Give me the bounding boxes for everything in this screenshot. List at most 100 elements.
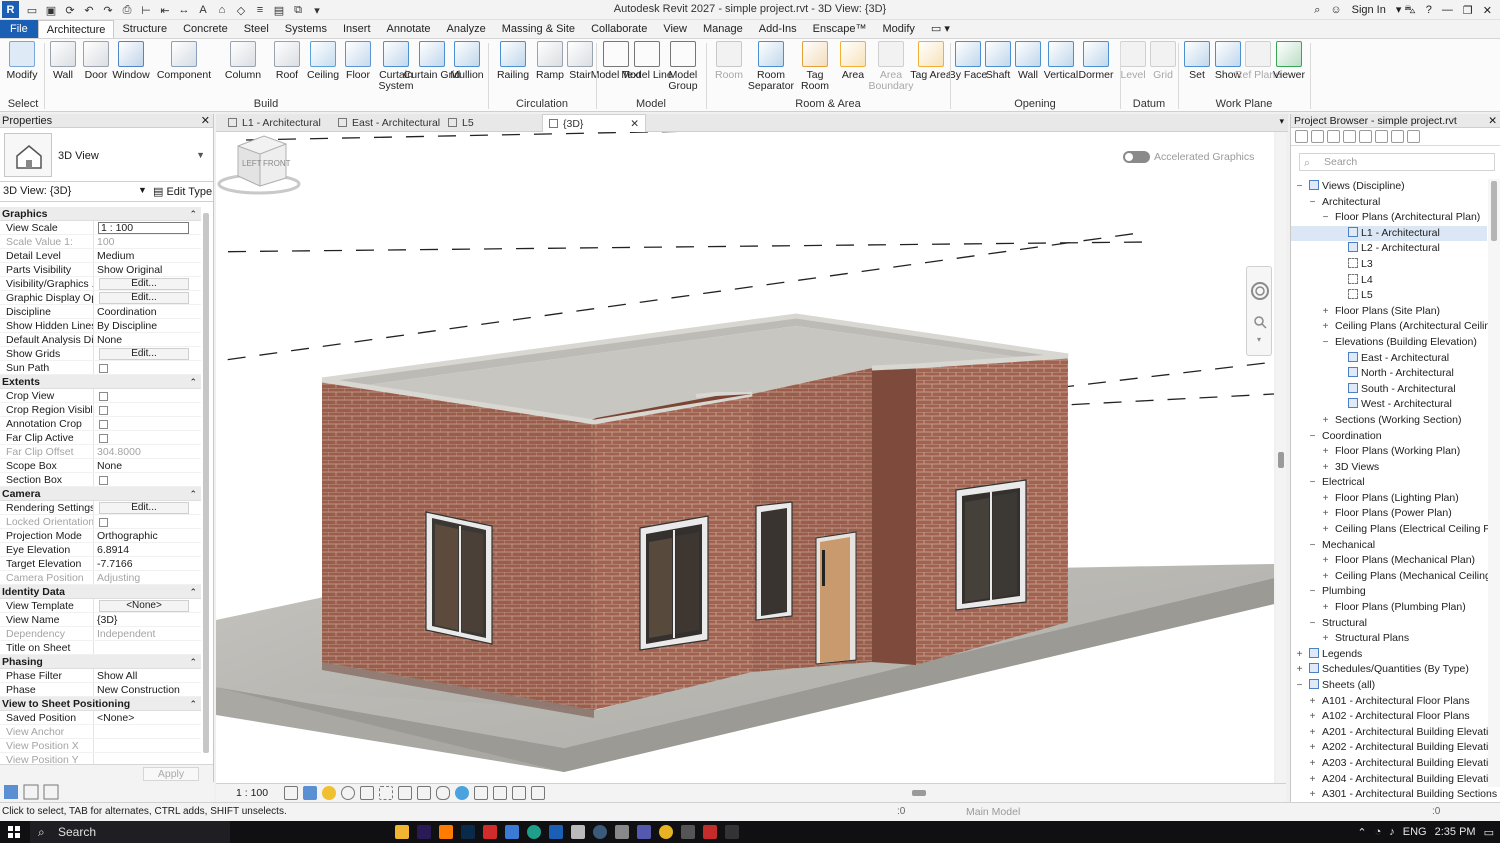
3d-view-icon[interactable]: ⌂ bbox=[214, 2, 230, 18]
property-value[interactable]: Edit... bbox=[94, 347, 201, 360]
expand-icon[interactable]: + bbox=[1321, 319, 1330, 335]
edit-type-button[interactable]: ▤ Edit Type bbox=[153, 185, 212, 198]
tree-node[interactable]: + Structural Plans bbox=[1291, 631, 1487, 647]
active-model-selector[interactable]: Main Model bbox=[966, 803, 1020, 821]
link-icon[interactable] bbox=[1407, 130, 1420, 143]
ceiling-button[interactable]: Ceiling bbox=[303, 41, 343, 81]
tree-node[interactable]: + A101 - Architectural Floor Plans bbox=[1291, 694, 1487, 710]
expand-icon[interactable]: + bbox=[1308, 772, 1317, 788]
tree-node[interactable]: East - Architectural bbox=[1291, 351, 1487, 367]
edit-button[interactable]: Edit... bbox=[99, 292, 189, 304]
expand-icon[interactable]: + bbox=[1321, 631, 1330, 647]
elevation-icon[interactable] bbox=[1327, 130, 1340, 143]
dimension-icon[interactable]: ↔ bbox=[176, 2, 192, 18]
ribbon-tab-insert[interactable]: Insert bbox=[335, 20, 379, 38]
tree-node[interactable]: + Floor Plans (Power Plan) bbox=[1291, 506, 1487, 522]
type-selector[interactable]: 3D View ▼ bbox=[0, 128, 213, 182]
teams-icon[interactable] bbox=[637, 825, 651, 839]
expand-icon[interactable]: + bbox=[1308, 740, 1317, 756]
collapse-icon[interactable]: − bbox=[1295, 179, 1304, 195]
show-crop-icon[interactable] bbox=[398, 786, 412, 800]
door-button[interactable]: Door bbox=[76, 41, 116, 81]
property-value[interactable]: Show Original bbox=[94, 263, 201, 276]
media-icon[interactable] bbox=[571, 825, 585, 839]
collapse-icon[interactable]: ⌃ bbox=[189, 487, 197, 501]
property-value[interactable]: By Discipline bbox=[94, 319, 201, 332]
ribbon-group-select[interactable]: Select bbox=[2, 98, 44, 110]
expand-icon[interactable]: + bbox=[1321, 444, 1330, 460]
property-value[interactable] bbox=[94, 403, 201, 416]
ribbon-tab-collaborate[interactable]: Collaborate bbox=[583, 20, 655, 38]
tree-node[interactable]: L5 bbox=[1291, 288, 1487, 304]
3d-viewport[interactable]: Accelerated Graphics LEFT FRONT ▾ bbox=[216, 132, 1274, 783]
expand-icon[interactable]: + bbox=[1321, 600, 1330, 616]
view-tab[interactable]: L1 - Architectural bbox=[222, 114, 332, 132]
component-button[interactable]: Component bbox=[157, 41, 211, 81]
close-icon[interactable]: ✕ bbox=[1488, 114, 1497, 128]
collapse-icon[interactable]: ⌃ bbox=[189, 655, 197, 669]
close-hidden-icon[interactable]: ▤ bbox=[271, 2, 287, 18]
edit-button[interactable]: <None> bbox=[99, 600, 189, 612]
text-icon[interactable]: A bbox=[195, 2, 211, 18]
view-tab[interactable]: East - Architectural bbox=[332, 114, 442, 132]
collapse-icon[interactable]: − bbox=[1308, 584, 1317, 600]
tree-node[interactable]: + A301 - Architectural Building Sections bbox=[1291, 787, 1498, 803]
checkbox[interactable] bbox=[99, 392, 108, 401]
tag-room-button[interactable]: Tag Room bbox=[794, 41, 837, 92]
section-header[interactable]: Extents ⌃ bbox=[0, 375, 201, 389]
expand-icon[interactable]: + bbox=[1308, 694, 1317, 710]
roof-button[interactable]: Roof bbox=[267, 41, 307, 81]
section-icon[interactable]: ◇ bbox=[233, 2, 249, 18]
railing-button[interactable]: Railing bbox=[493, 41, 533, 81]
tree-node[interactable]: − Plumbing bbox=[1291, 584, 1487, 600]
tree-node[interactable]: + Floor Plans (Lighting Plan) bbox=[1291, 491, 1487, 507]
property-value[interactable]: Edit... bbox=[94, 501, 201, 514]
checkbox[interactable] bbox=[99, 476, 108, 485]
tree-node[interactable]: L3 bbox=[1291, 257, 1487, 273]
zoom-icon[interactable] bbox=[1254, 316, 1264, 326]
close-icon[interactable]: ✕ bbox=[201, 114, 210, 128]
property-value[interactable]: Medium bbox=[94, 249, 201, 262]
property-value[interactable]: Orthographic bbox=[94, 529, 201, 542]
align-icon[interactable]: ⇤ bbox=[157, 2, 173, 18]
collapse-icon[interactable]: − bbox=[1295, 678, 1304, 694]
view-scale[interactable]: 1 : 100 bbox=[236, 787, 268, 799]
tree-node[interactable]: South - Architectural bbox=[1291, 382, 1487, 398]
volume-icon[interactable]: ♪ bbox=[1389, 826, 1395, 838]
close-icon[interactable]: ✕ bbox=[630, 115, 639, 133]
tree-node[interactable]: − Floor Plans (Architectural Plan) bbox=[1291, 210, 1487, 226]
collapse-icon[interactable]: ⌃ bbox=[189, 585, 197, 599]
collapse-icon[interactable]: ⌃ bbox=[189, 375, 197, 389]
minimize-button[interactable]: — bbox=[1442, 4, 1453, 16]
tree-node[interactable]: + Ceiling Plans (Architectural Ceiling Pl bbox=[1291, 319, 1500, 335]
home-icon[interactable] bbox=[1295, 130, 1308, 143]
tree-node[interactable]: − Structural bbox=[1291, 616, 1487, 632]
chevron-down-icon[interactable]: ▼ bbox=[196, 150, 205, 160]
detail-level-icon[interactable] bbox=[284, 786, 298, 800]
tree-node[interactable]: + Ceiling Plans (Electrical Ceiling Plan) bbox=[1291, 522, 1500, 538]
shadows-icon[interactable] bbox=[341, 786, 355, 800]
browser-search-input[interactable]: ⌕ Search bbox=[1299, 153, 1495, 171]
user-icon[interactable]: ☺ bbox=[1330, 4, 1341, 16]
property-value[interactable] bbox=[94, 417, 201, 430]
property-value[interactable] bbox=[94, 389, 201, 402]
plan-icon[interactable] bbox=[1311, 130, 1324, 143]
ribbon-tab-manage[interactable]: Manage bbox=[695, 20, 751, 38]
tree-node[interactable]: L4 bbox=[1291, 273, 1487, 289]
tree-node[interactable]: + Legends bbox=[1291, 647, 1487, 663]
steering-wheel-icon[interactable] bbox=[1251, 282, 1269, 300]
tree-node[interactable]: + A202 - Architectural Building Elevation… bbox=[1291, 740, 1500, 756]
sync-icon[interactable]: ⟳ bbox=[62, 2, 78, 18]
expand-icon[interactable]: + bbox=[1308, 725, 1317, 741]
instance-dropdown[interactable]: 3D View: {3D} bbox=[3, 185, 71, 197]
analytical-model-icon[interactable] bbox=[512, 786, 526, 800]
clock[interactable]: 2:35 PM bbox=[1435, 826, 1476, 838]
viewcube-front-label[interactable]: FRONT bbox=[263, 159, 291, 168]
constraints-icon[interactable] bbox=[531, 786, 545, 800]
tree-node[interactable]: + Floor Plans (Working Plan) bbox=[1291, 444, 1487, 460]
model-group-button[interactable]: Model Group bbox=[655, 41, 712, 92]
tree-node[interactable]: − Electrical bbox=[1291, 475, 1487, 491]
tree-node[interactable]: − Elevations (Building Elevation) bbox=[1291, 335, 1487, 351]
calculator-icon[interactable] bbox=[681, 825, 695, 839]
store-icon[interactable] bbox=[505, 825, 519, 839]
